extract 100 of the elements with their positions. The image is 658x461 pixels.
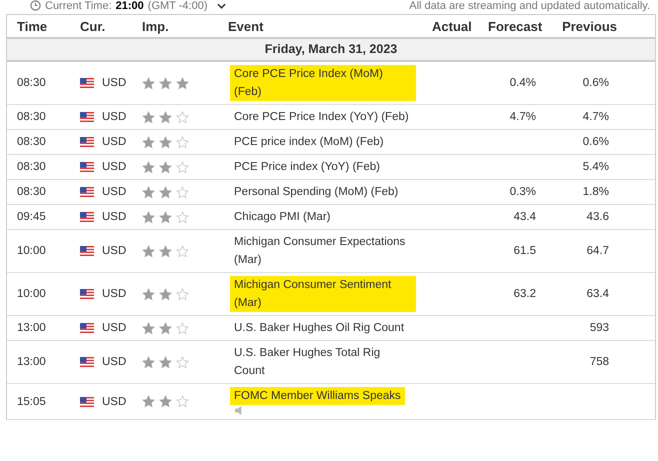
event-name[interactable]: PCE price index (MoM) (Feb) [234,133,384,151]
time-cell-text: 08:30 [16,76,47,91]
star-icon [159,395,172,408]
star-icon [176,160,189,174]
event-name[interactable]: Michigan Consumer Sentiment (Mar) [230,276,416,312]
time-cell-text: 13:00 [16,355,47,370]
star-icon [176,186,189,198]
chevron-down-icon[interactable] [217,2,226,8]
event-name[interactable]: PCE Price index (YoY) (Feb) [234,158,380,176]
currency-cell-text: USD [102,185,126,200]
time-cell-text: 08:30 [16,110,47,125]
flag-icon [80,187,94,197]
currency-cell-text: USD [102,321,126,336]
flag-icon [80,357,94,367]
time-cell-text: 08:30 [16,135,47,150]
currency-cell-text: USD [102,210,126,225]
star-icon [142,76,155,90]
time-cell-text: 08:30 [16,160,47,175]
previous-cell-text: 758 [588,355,610,370]
time-cell-text: 15:05 [16,394,47,410]
previous-cell-text: 63.4 [586,287,610,302]
star-icon [176,210,189,224]
forecast-cell-text: 4.7% [508,110,537,125]
forecast-cell-text: 63.2 [512,287,537,302]
star-icon [142,160,155,174]
star-icon [159,288,172,300]
star-icon [142,356,155,368]
previous-cell-text: 593 [588,321,610,336]
star-icon [176,395,189,408]
star-icon [142,210,155,224]
event-name[interactable]: FOMC Member Williams Speaks [230,387,405,405]
time-label: Current Time: [45,0,112,12]
previous-cell-text: 0.6% [582,135,610,150]
star-icon [159,244,172,258]
clock-icon [30,0,41,11]
star-icon [176,288,189,300]
currency-cell-text: USD [102,355,126,370]
forecast-cell-text: 0.3% [508,185,537,200]
star-icon [159,186,172,198]
star-icon [159,136,172,148]
time-cell-text: 09:45 [16,210,47,225]
flag-icon [80,162,94,172]
star-icon [142,288,155,300]
event-name[interactable]: Personal Spending (MoM) (Feb) [234,183,398,201]
current-time: 21:00 [116,0,144,12]
date-header: Friday, March 31, 2023 [7,39,655,62]
currency-cell-text: USD [102,135,126,150]
column-header: Event [227,18,264,34]
currency-cell-text: USD [102,76,126,91]
column-header: Imp. [141,18,170,34]
event-name[interactable]: U.S. Baker Hughes Total Rig Count [234,344,412,380]
time-cell-text: 10:00 [16,244,47,259]
timezone-selector[interactable]: (GMT -4:00) [148,0,208,12]
time-cell-text: 10:00 [16,287,47,302]
star-icon [176,244,189,258]
star-icon [159,210,172,224]
currency-cell-text: USD [102,160,126,175]
star-icon [142,110,155,124]
flag-icon [80,78,94,88]
currency-cell-text: USD [102,287,126,302]
previous-cell-text: 1.8% [582,185,610,200]
time-cell-text: 13:00 [16,321,47,336]
star-icon [176,356,189,368]
forecast-cell-text: 43.4 [512,210,537,225]
flag-icon [80,246,94,256]
forecast-cell-text: 0.4% [508,76,537,91]
flag-icon [80,112,94,122]
column-header: Cur. [79,18,106,34]
star-icon [176,322,189,334]
star-icon [159,322,172,334]
star-icon [176,76,189,90]
column-header: Actual [431,18,473,34]
currency-cell-text: USD [102,394,126,410]
star-icon [159,160,172,174]
previous-cell-text: 64.7 [586,244,610,259]
event-name[interactable]: Michigan Consumer Expectations (Mar) [234,233,412,269]
streaming-notice: All data are streaming and updated automatically. [409,0,650,12]
currency-cell-text: USD [102,110,126,125]
flag-icon [80,137,94,147]
star-icon [176,136,189,148]
flag-icon [80,323,94,333]
flag-icon [80,396,94,406]
star-icon [159,110,172,124]
event-name[interactable]: Chicago PMI (Mar) [234,208,330,226]
previous-cell-text: 5.4% [582,160,610,175]
previous-cell-text: 43.6 [586,210,610,225]
star-icon [142,244,155,258]
star-icon [159,356,172,368]
star-icon [159,76,172,90]
star-icon [142,322,155,334]
column-header: Forecast [487,18,544,34]
previous-cell-text: 0.6% [582,76,610,91]
previous-cell-text: 4.7% [582,110,610,125]
flag-icon [80,289,94,299]
forecast-cell-text: 61.5 [512,244,537,259]
event-name[interactable]: Core PCE Price Index (MoM) (Feb) [230,65,416,101]
event-name[interactable]: U.S. Baker Hughes Oil Rig Count [234,319,404,337]
star-icon [176,110,189,124]
event-name[interactable]: Core PCE Price Index (YoY) (Feb) [234,108,409,126]
star-icon [142,395,155,408]
